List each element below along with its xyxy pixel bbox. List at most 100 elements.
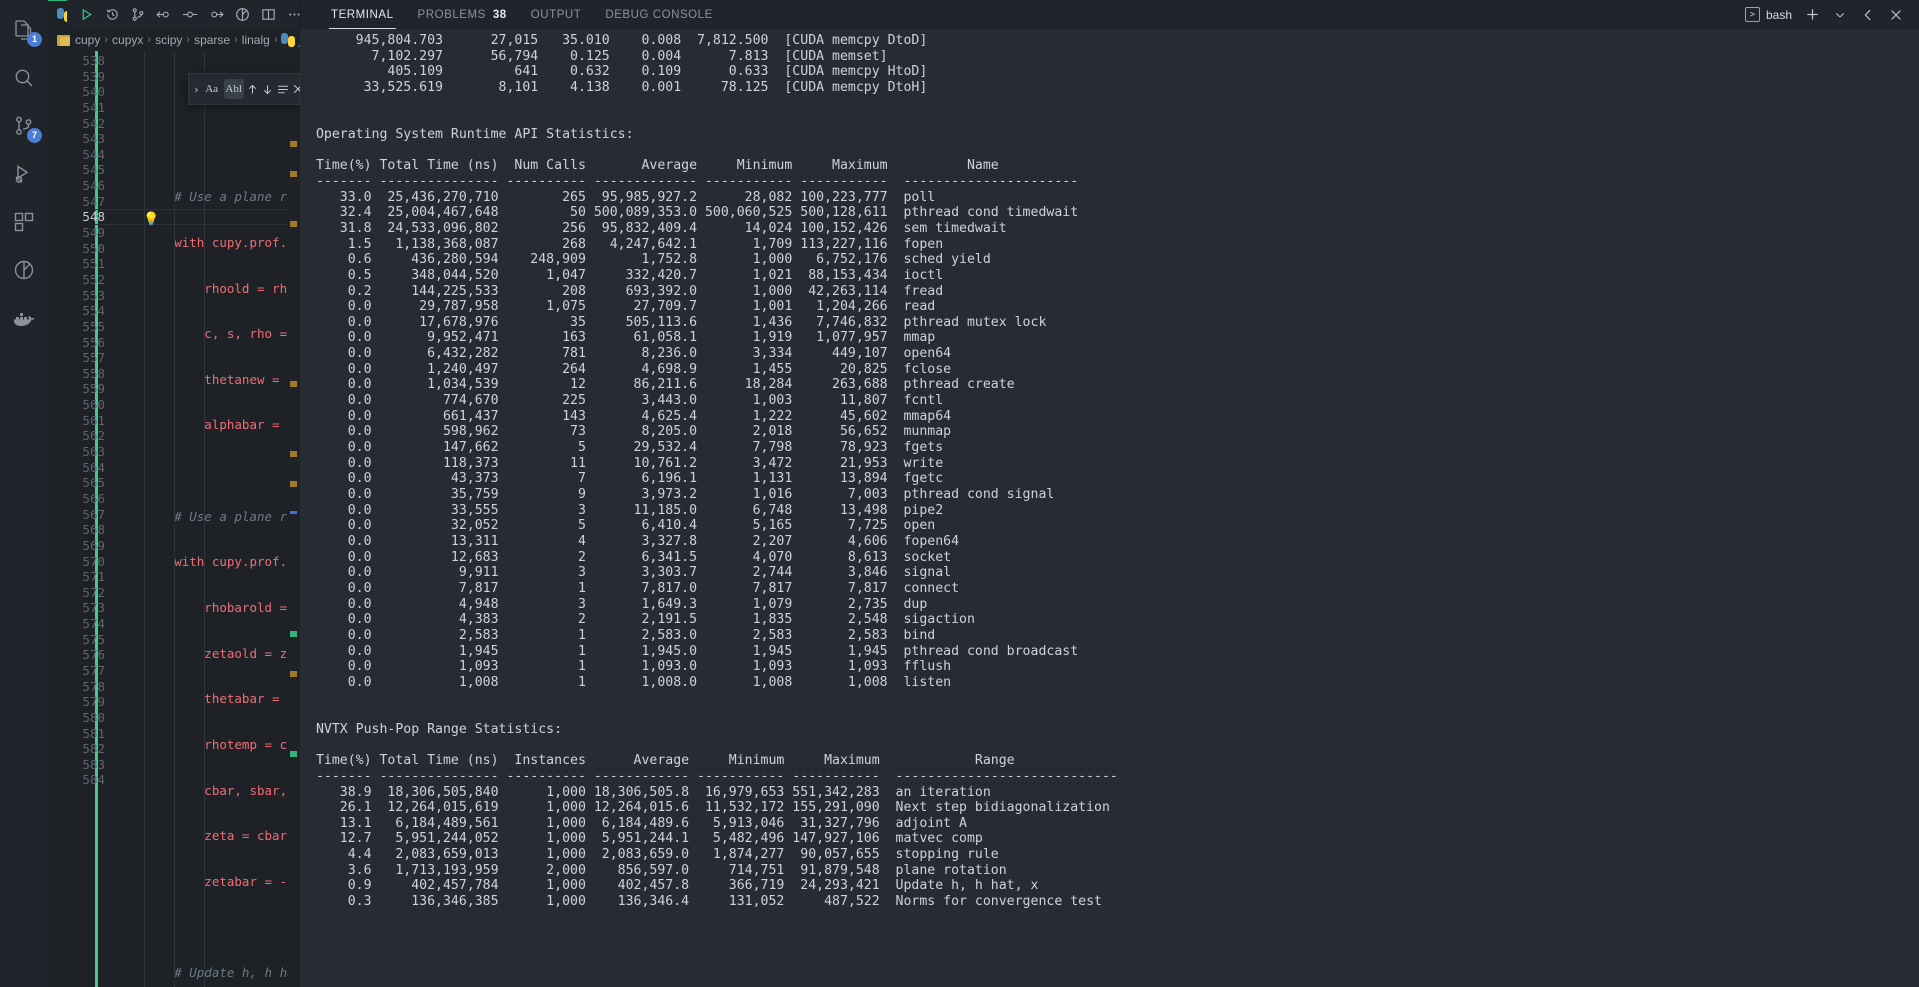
sidebar-item-run-and-debug[interactable] bbox=[0, 150, 48, 198]
sidebar-item-source-control[interactable]: 7 bbox=[0, 102, 48, 150]
python-icon bbox=[281, 33, 296, 47]
breadcrumb[interactable]: cupy › cupyx › scipy › sparse › linalg ›… bbox=[48, 29, 300, 51]
line-number: 557 bbox=[82, 350, 105, 366]
breadcrumb-item-1[interactable]: cupyx bbox=[112, 33, 143, 47]
editor-action-bar bbox=[67, 3, 307, 27]
close-icon[interactable] bbox=[1883, 2, 1909, 28]
breadcrumb-item-4[interactable]: linalg bbox=[242, 33, 270, 47]
python-icon bbox=[57, 8, 67, 22]
code-line: # Use a plane rot bbox=[114, 189, 300, 205]
find-widget[interactable]: › Aa Abl pha bbox=[188, 73, 300, 105]
chevron-down-icon[interactable] bbox=[1827, 2, 1853, 28]
code-line: zeta = cbar * bbox=[114, 828, 300, 844]
match-case-toggle[interactable]: Aa bbox=[202, 79, 222, 99]
line-number: 539 bbox=[82, 68, 105, 84]
terminal-output: 945,804.703 27,015 35.010 0.008 7,812.50… bbox=[315, 33, 1118, 910]
line-number: 554 bbox=[82, 303, 105, 319]
tab-terminal[interactable]: TERMINAL bbox=[319, 0, 406, 29]
sidebar-item-testing[interactable] bbox=[0, 246, 48, 294]
chevron-left-icon[interactable] bbox=[1855, 2, 1881, 28]
active-terminal-chip[interactable]: > bash bbox=[1744, 7, 1797, 22]
code-text[interactable]: # Use a plane rot with cupy.prof.ti rhoo… bbox=[114, 51, 300, 987]
breadcrumb-separator: › bbox=[104, 34, 109, 46]
line-number-current: 548 bbox=[82, 209, 105, 225]
code-line: # Update h, h hat bbox=[114, 965, 300, 981]
code-line: thetabar = sb bbox=[114, 691, 300, 707]
find-in-selection-icon[interactable] bbox=[276, 78, 290, 100]
terminal-panel[interactable]: 945,804.703 27,015 35.010 0.008 7,812.50… bbox=[300, 29, 1919, 987]
line-number: 572 bbox=[82, 584, 105, 600]
coverage-icon[interactable] bbox=[229, 3, 255, 27]
tab-debug-console[interactable]: DEBUG CONSOLE bbox=[593, 0, 724, 29]
line-number: 579 bbox=[82, 694, 105, 710]
line-number: 538 bbox=[82, 53, 105, 68]
tab-problems-label: PROBLEMS bbox=[417, 8, 486, 21]
line-number: 549 bbox=[82, 225, 105, 241]
line-number: 581 bbox=[82, 725, 105, 741]
step-forward-icon[interactable] bbox=[203, 3, 229, 27]
arrow-down-icon[interactable] bbox=[261, 78, 274, 100]
breadcrumb-separator: › bbox=[186, 34, 191, 46]
code-line: cbar, sbar, r bbox=[114, 782, 300, 798]
sidebar-item-extensions[interactable] bbox=[0, 198, 48, 246]
line-number: 571 bbox=[82, 569, 105, 585]
chevron-right-icon[interactable]: › bbox=[193, 78, 200, 100]
step-back-icon[interactable] bbox=[151, 3, 177, 27]
line-number: 559 bbox=[82, 381, 105, 397]
tab-output[interactable]: OUTPUT bbox=[519, 0, 594, 29]
sidebar-item-docker[interactable] bbox=[0, 294, 48, 342]
editor-tab-solve[interactable]: _solve bbox=[48, 0, 67, 29]
line-number: 583 bbox=[82, 756, 105, 772]
close-icon[interactable] bbox=[292, 78, 300, 100]
git-graph-icon[interactable] bbox=[125, 3, 151, 27]
play-icon[interactable] bbox=[73, 3, 99, 27]
line-number: 540 bbox=[82, 84, 105, 100]
line-number: 567 bbox=[82, 506, 105, 522]
code-area[interactable]: 538 539 540 541 542 543 544 545 546 547 … bbox=[48, 51, 300, 987]
history-icon[interactable] bbox=[99, 3, 125, 27]
breadcrumb-item-2[interactable]: scipy bbox=[155, 33, 182, 47]
circle-dot-icon[interactable] bbox=[177, 3, 203, 27]
breadcrumb-item-0[interactable]: cupy bbox=[75, 33, 100, 47]
code-line: alphabar = c* bbox=[114, 417, 300, 433]
code-line: c, s, rho = bbox=[114, 326, 295, 342]
line-number: 574 bbox=[82, 616, 105, 632]
line-number: 544 bbox=[82, 146, 105, 162]
line-number: 563 bbox=[82, 444, 105, 460]
line-number: 575 bbox=[82, 631, 105, 647]
line-number: 543 bbox=[82, 131, 105, 147]
line-number: 545 bbox=[82, 162, 105, 178]
line-number: 558 bbox=[82, 365, 105, 381]
line-number: 568 bbox=[82, 522, 105, 538]
line-number-gutter: 538 539 540 541 542 543 544 545 546 547 … bbox=[48, 51, 114, 987]
code-line: rhotemp = cba bbox=[114, 736, 300, 752]
code-line: rhoold = rho bbox=[114, 280, 295, 296]
line-number: 562 bbox=[82, 428, 105, 444]
code-line: with cupy.prof.ti bbox=[114, 554, 300, 570]
explorer-badge: 1 bbox=[27, 32, 42, 47]
breadcrumb-item-3[interactable]: sparse bbox=[194, 33, 230, 47]
tab-problems-count: 38 bbox=[492, 8, 507, 21]
plus-icon[interactable] bbox=[1799, 2, 1825, 28]
whole-word-toggle[interactable]: Abl bbox=[223, 79, 244, 99]
breadcrumb-separator: › bbox=[147, 34, 152, 46]
line-number: 564 bbox=[82, 459, 105, 475]
line-number: 584 bbox=[82, 772, 105, 788]
line-number: 550 bbox=[82, 240, 105, 256]
code-line: rhobarold = r bbox=[114, 600, 300, 616]
sidebar-item-search[interactable] bbox=[0, 54, 48, 102]
split-editor-icon[interactable] bbox=[255, 3, 281, 27]
line-number: 566 bbox=[82, 490, 105, 506]
line-number: 570 bbox=[82, 553, 105, 569]
tab-problems[interactable]: PROBLEMS 38 bbox=[406, 0, 519, 29]
line-number: 580 bbox=[82, 709, 105, 725]
source-control-badge: 7 bbox=[27, 128, 42, 143]
editor-tab-bar: _solve bbox=[48, 0, 300, 29]
sidebar-item-explorer[interactable]: 1 bbox=[0, 6, 48, 54]
arrow-up-icon[interactable] bbox=[246, 78, 259, 100]
minimap[interactable] bbox=[288, 51, 300, 987]
breadcrumb-separator: › bbox=[234, 34, 238, 46]
